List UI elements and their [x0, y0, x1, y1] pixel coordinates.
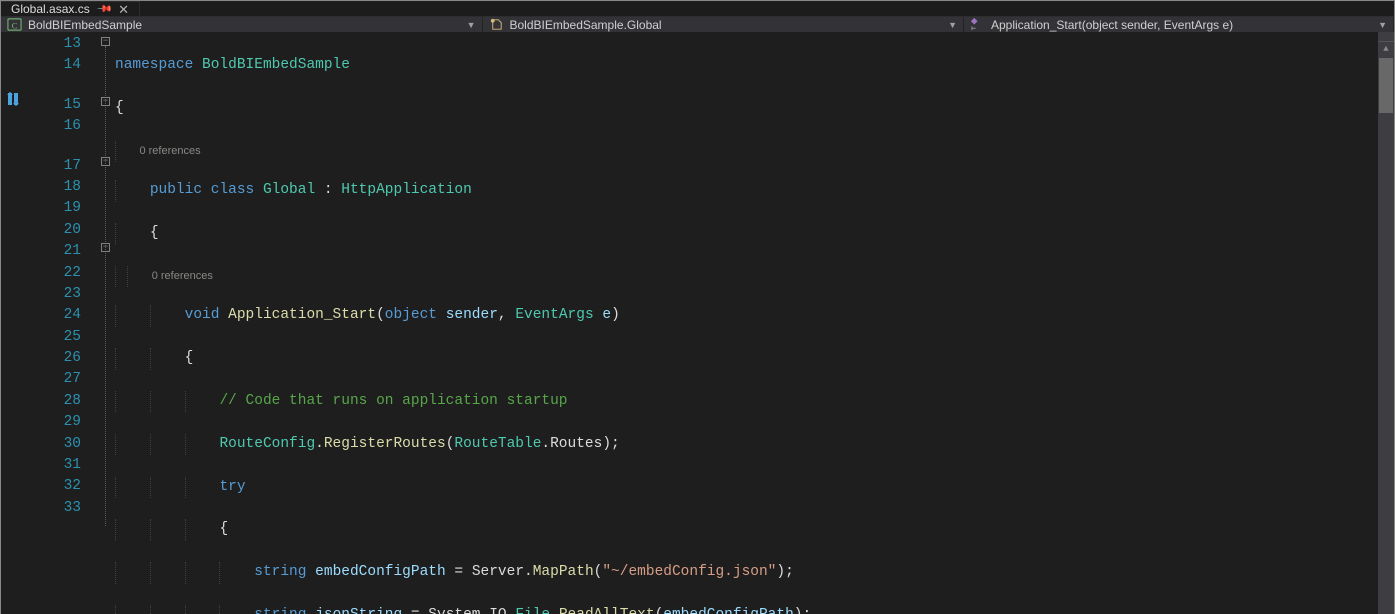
line-number: 26 [23, 348, 81, 369]
file-tab[interactable]: Global.asax.cs 📌 ✕ [1, 1, 140, 16]
line-number: 19 [23, 198, 81, 219]
line-number: 16 [23, 116, 81, 137]
fold-toggle[interactable]: − [101, 97, 110, 106]
code-editor[interactable]: 13 14 15 16 17 18 19 20 21 22 23 24 25 2… [1, 32, 1394, 614]
line-number: 23 [23, 284, 81, 305]
svg-text:C: C [12, 20, 18, 30]
codelens-references[interactable]: 0 references [152, 270, 213, 282]
line-number: 22 [23, 263, 81, 284]
tab-label: Global.asax.cs [11, 2, 90, 16]
nav-bar: C BoldBIEmbedSample ▼ BoldBIEmbedSample.… [1, 17, 1394, 32]
pin-icon[interactable]: 📌 [96, 1, 113, 18]
code-area[interactable]: namespace BoldBIEmbedSample { 0 referenc… [113, 32, 1378, 614]
nav-project-dropdown[interactable]: C BoldBIEmbedSample ▼ [1, 17, 483, 32]
line-number: 20 [23, 220, 81, 241]
line-number: 33 [23, 498, 81, 519]
indicator-margin [1, 32, 23, 614]
line-number: 14 [23, 55, 81, 76]
line-number: 18 [23, 177, 81, 198]
line-number: 30 [23, 434, 81, 455]
nav-class-dropdown[interactable]: BoldBIEmbedSample.Global ▼ [483, 17, 965, 32]
scroll-up-button[interactable]: ▲ [1378, 42, 1394, 58]
nav-method-dropdown[interactable]: Application_Start(object sender, EventAr… [964, 17, 1394, 32]
method-icon [970, 17, 985, 32]
chevron-down-icon: ▼ [948, 20, 957, 30]
scroll-thumb[interactable] [1379, 58, 1393, 113]
chevron-down-icon: ▼ [467, 20, 476, 30]
line-number: 21 [23, 241, 81, 262]
class-icon [489, 17, 504, 32]
line-number: 13 [23, 34, 81, 55]
line-number: 17 [23, 156, 81, 177]
codelens-references[interactable]: 0 references [139, 145, 200, 157]
line-number: 31 [23, 455, 81, 476]
tab-row: Global.asax.cs 📌 ✕ [1, 1, 1394, 17]
fold-toggle[interactable]: − [101, 157, 110, 166]
nav-project-label: BoldBIEmbedSample [28, 18, 142, 32]
line-number: 15 [23, 95, 81, 116]
scroll-map[interactable] [1378, 58, 1394, 614]
line-number: 27 [23, 369, 81, 390]
vertical-scrollbar[interactable]: ▲ ▼ [1378, 32, 1394, 614]
nav-method-label: Application_Start(object sender, EventAr… [991, 18, 1233, 32]
track-changes-icon [7, 92, 19, 115]
line-number-gutter: 13 14 15 16 17 18 19 20 21 22 23 24 25 2… [23, 32, 99, 614]
line-number: 28 [23, 391, 81, 412]
fold-toggle[interactable]: − [101, 37, 110, 46]
line-number: 29 [23, 412, 81, 433]
line-number: 24 [23, 305, 81, 326]
line-number: 25 [23, 327, 81, 348]
close-icon[interactable]: ✕ [118, 3, 129, 16]
fold-toggle[interactable]: − [101, 243, 110, 252]
chevron-down-icon: ▼ [1378, 20, 1387, 30]
nav-class-label: BoldBIEmbedSample.Global [510, 18, 662, 32]
line-number: 32 [23, 476, 81, 497]
outline-margin: − − − − [99, 32, 113, 614]
csharp-project-icon: C [7, 17, 22, 32]
editor-window: Global.asax.cs 📌 ✕ C BoldBIEmbedSample ▼… [0, 0, 1395, 614]
